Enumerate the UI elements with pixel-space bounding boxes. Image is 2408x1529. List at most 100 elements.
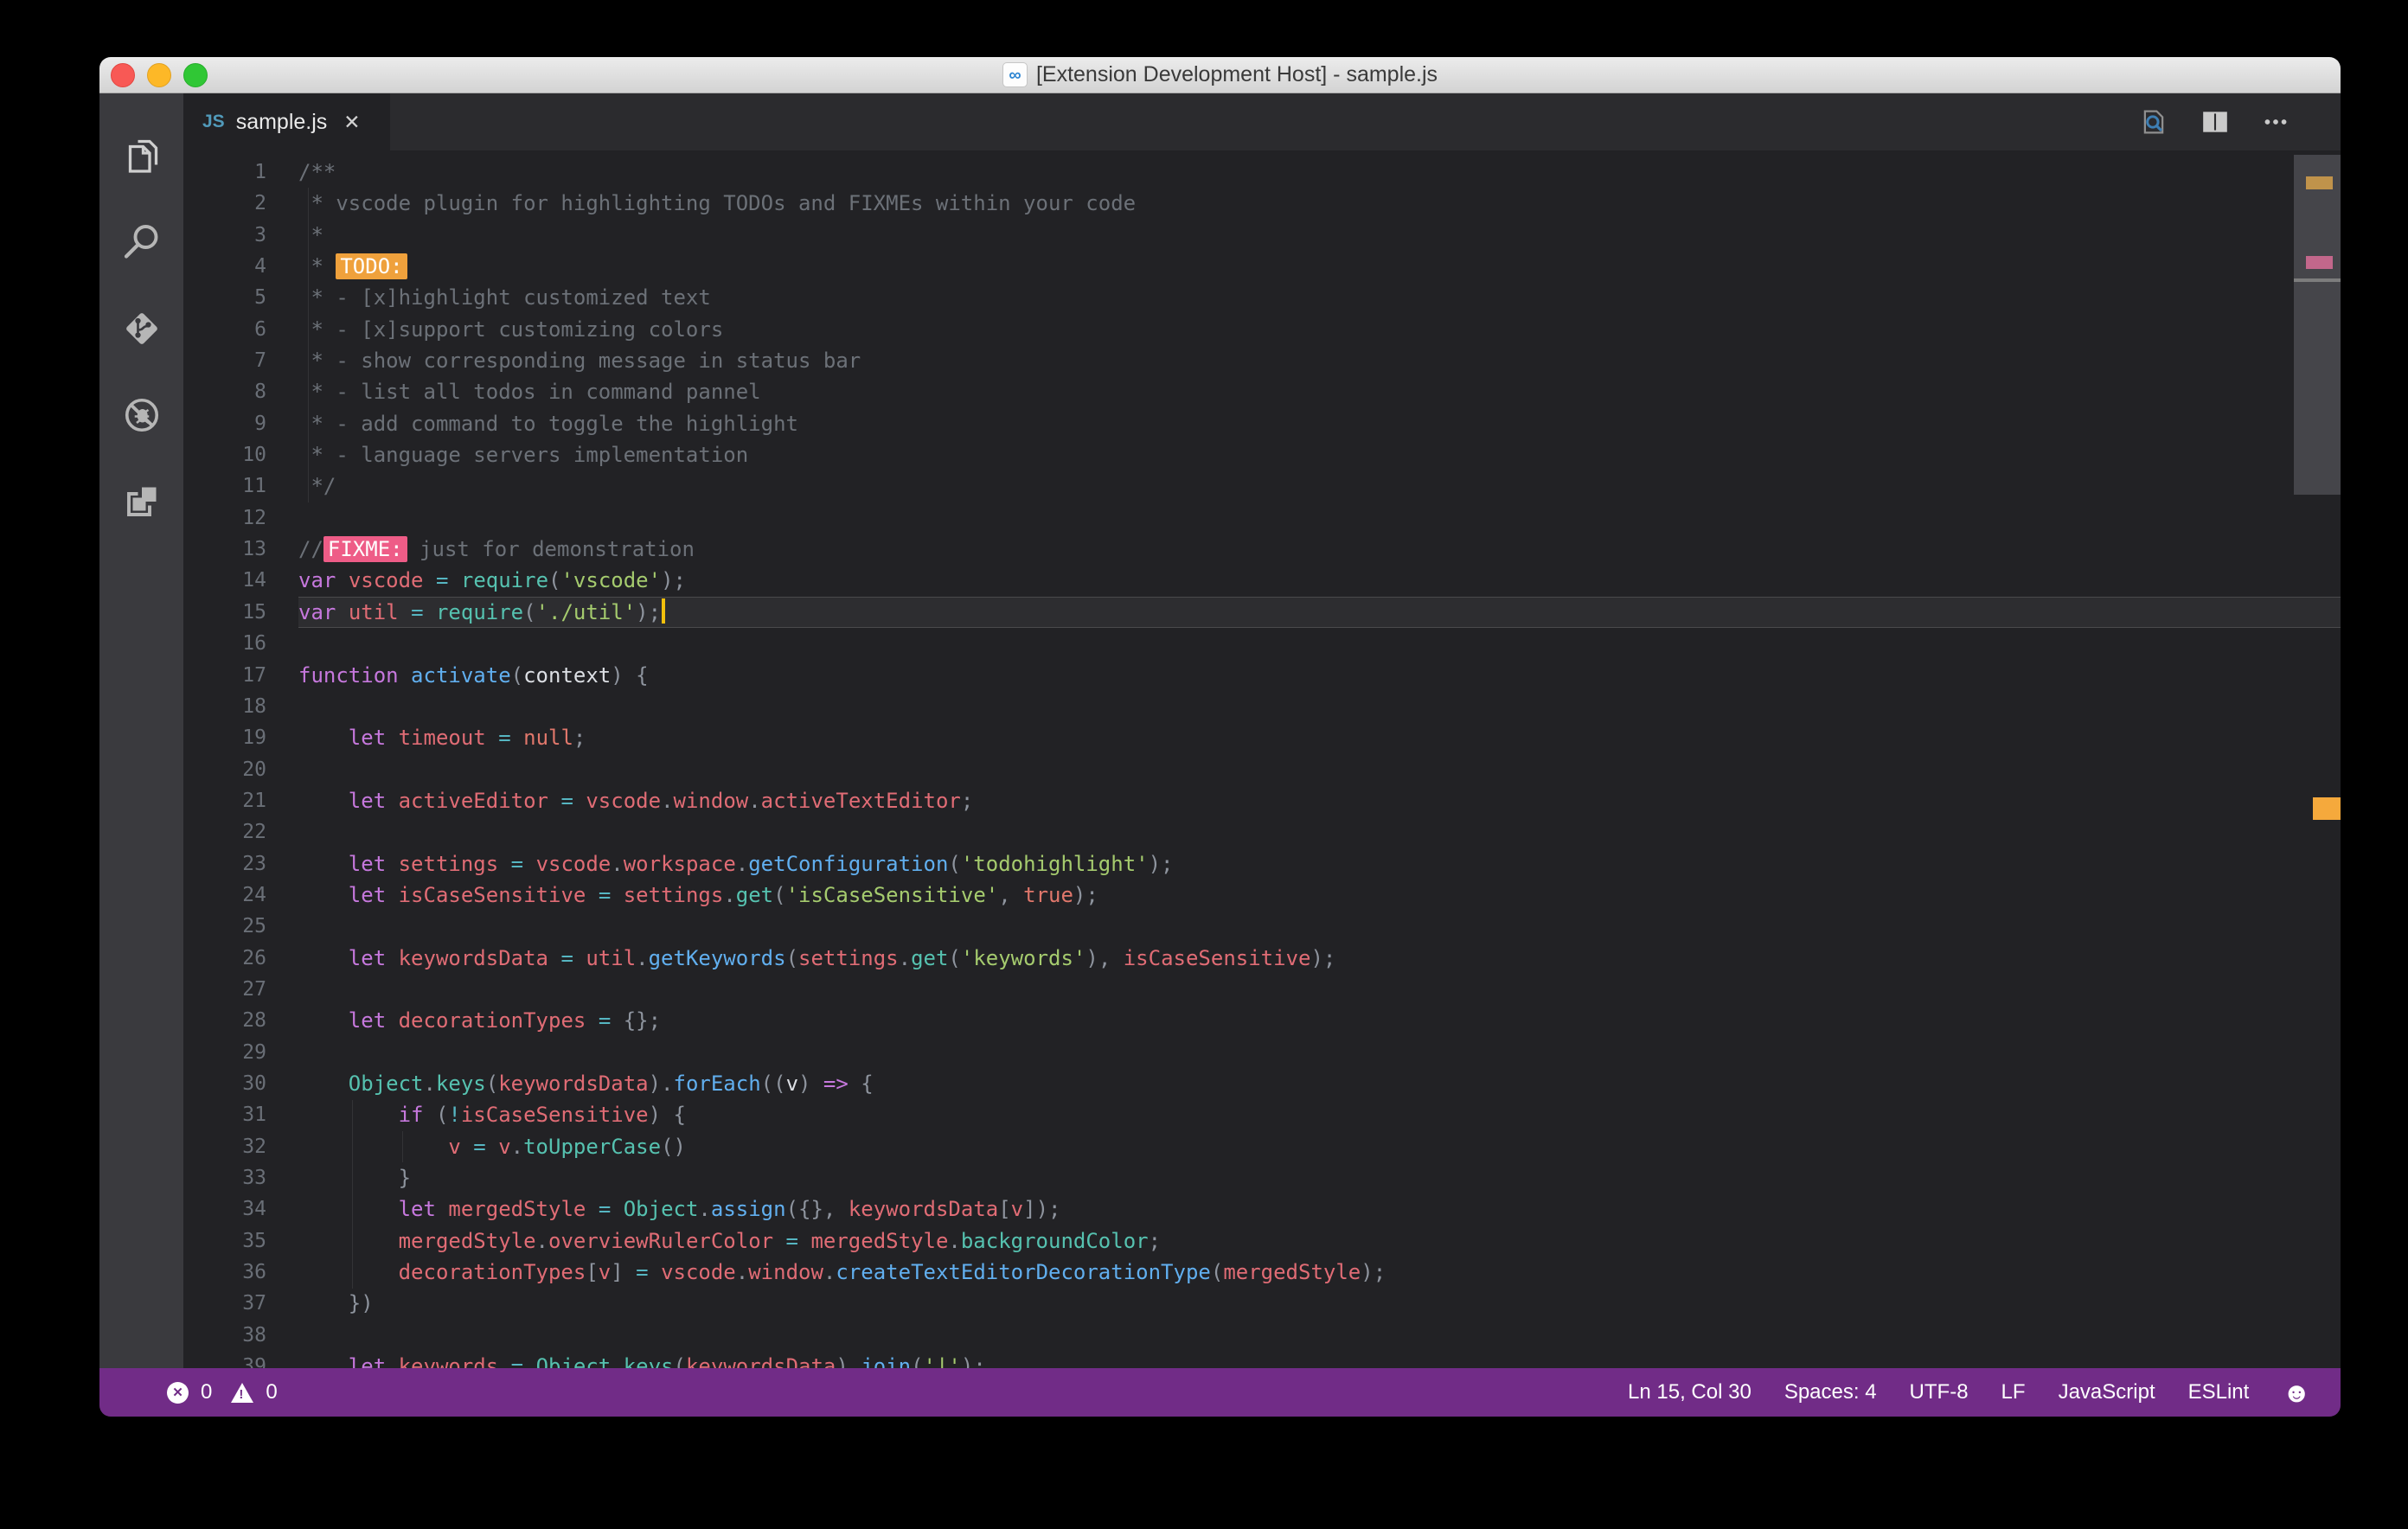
sidebar-item-explorer[interactable]	[99, 112, 183, 199]
warnings-icon: !	[231, 1382, 254, 1403]
viewport-line	[2294, 278, 2341, 282]
encoding-status[interactable]: UTF-8	[1910, 1380, 1969, 1404]
code-text: *	[298, 222, 323, 247]
code-line[interactable]: 25	[183, 911, 2341, 942]
code-text: var vscode = require('vscode');	[298, 568, 686, 593]
code-line[interactable]: 32 v = v.toUpperCase()	[183, 1131, 2341, 1162]
code-line[interactable]: 6 * - [x]support customizing colors	[183, 314, 2341, 345]
code-text: */	[298, 474, 336, 499]
language-mode-status[interactable]: JavaScript	[2059, 1380, 2155, 1404]
code-text: v = v.toUpperCase()	[448, 1134, 686, 1159]
cursor-position-status[interactable]: Ln 15, Col 30	[1628, 1380, 1752, 1404]
code-line[interactable]: 37 })	[183, 1288, 2341, 1319]
code-line[interactable]: 23 let settings = vscode.workspace.getCo…	[183, 848, 2341, 880]
debug-disabled-icon	[121, 394, 163, 436]
overview-ruler	[2294, 150, 2341, 1368]
code-line[interactable]: 20	[183, 754, 2341, 785]
sidebar-item-search[interactable]	[99, 199, 183, 285]
code-line[interactable]: 17 function activate(context) {	[183, 660, 2341, 691]
more-actions-icon[interactable]	[2261, 107, 2290, 137]
code-line[interactable]: 16	[183, 628, 2341, 659]
code-line[interactable]: 39 let keywords = Object.keys(keywordsDa…	[183, 1351, 2341, 1368]
line-number: 10	[242, 444, 266, 467]
code-line[interactable]: 9 * - add command to toggle the highligh…	[183, 408, 2341, 439]
code-text: let isCaseSensitive = settings.get('isCa…	[348, 882, 1098, 907]
sidebar-item-extensions[interactable]	[99, 458, 183, 545]
tab-sample-js[interactable]: JS sample.js ✕	[183, 93, 390, 150]
code-line[interactable]: 14 var vscode = require('vscode');	[183, 565, 2341, 596]
code-text: * - list all todos in command pannel	[298, 380, 761, 405]
eol-status[interactable]: LF	[2001, 1380, 2026, 1404]
code-line[interactable]: 11 */	[183, 470, 2341, 502]
line-number: 17	[242, 663, 266, 687]
line-number: 25	[242, 915, 266, 938]
window-title: [Extension Development Host] - sample.js	[1035, 62, 1438, 86]
close-window-button[interactable]	[111, 62, 135, 87]
line-number: 39	[242, 1355, 266, 1368]
code-line[interactable]: 21 let activeEditor = vscode.window.acti…	[183, 785, 2341, 816]
find-in-file-icon[interactable]	[2138, 106, 2169, 138]
todo-mark-below	[2313, 797, 2341, 820]
search-icon	[121, 221, 163, 263]
code-line[interactable]: 36 decorationTypes[v] = vscode.window.cr…	[183, 1257, 2341, 1288]
extensions-icon	[121, 481, 163, 522]
line-number: 19	[242, 726, 266, 750]
code-line[interactable]: 2 * vscode plugin for highlighting TODOs…	[183, 188, 2341, 219]
code-line[interactable]: 28 let decorationTypes = {};	[183, 1005, 2341, 1036]
minimize-window-button[interactable]	[147, 62, 171, 87]
code-line[interactable]: 13 //FIXME: just for demonstration	[183, 534, 2341, 565]
git-branch-icon	[121, 308, 163, 349]
code-text: function activate(context) {	[298, 662, 649, 688]
problems-status[interactable]: ✕ 0 ! 0	[167, 1380, 278, 1404]
code-line[interactable]: 30 Object.keys(keywordsData).forEach((v)…	[183, 1068, 2341, 1099]
code-line[interactable]: 29	[183, 1037, 2341, 1068]
eslint-status[interactable]: ESLint	[2188, 1380, 2250, 1404]
vscode-logo-icon: ∞	[1002, 62, 1028, 87]
line-number: 31	[242, 1104, 266, 1127]
code-text: mergedStyle.overviewRulerColor = mergedS…	[398, 1228, 1162, 1253]
code-line[interactable]: 35 mergedStyle.overviewRulerColor = merg…	[183, 1225, 2341, 1257]
code-line[interactable]: 15 var util = require('./util');	[183, 596, 2341, 629]
sidebar-item-source-control[interactable]	[99, 285, 183, 372]
code-line[interactable]: 22	[183, 816, 2341, 848]
code-line[interactable]: 10 * - language servers implementation	[183, 439, 2341, 470]
line-number: 24	[242, 883, 266, 906]
indentation-status[interactable]: Spaces: 4	[1784, 1380, 1877, 1404]
zoom-window-button[interactable]	[183, 62, 208, 87]
warnings-count: 0	[266, 1380, 278, 1404]
code-line[interactable]: 26 let keywordsData = util.getKeywords(s…	[183, 943, 2341, 974]
code-line[interactable]: 7 * - show corresponding message in stat…	[183, 345, 2341, 376]
code-line[interactable]: 18	[183, 691, 2341, 722]
code-text: * - show corresponding message in status…	[298, 349, 861, 374]
code-text: let settings = vscode.workspace.getConfi…	[348, 851, 1174, 876]
code-line[interactable]: 4 * TODO:	[183, 251, 2341, 282]
close-tab-icon[interactable]: ✕	[343, 111, 360, 134]
code-line[interactable]: 24 let isCaseSensitive = settings.get('i…	[183, 880, 2341, 911]
sidebar-item-debug[interactable]	[99, 372, 183, 458]
code-line[interactable]: 38	[183, 1320, 2341, 1351]
code-line[interactable]: 8 * - list all todos in command pannel	[183, 376, 2341, 407]
line-number: 15	[242, 600, 266, 624]
code-editor[interactable]: 1 /** 2 * vscode plugin for highlighting T…	[183, 150, 2341, 1368]
code-line[interactable]: 19 let timeout = null;	[183, 722, 2341, 753]
code-line[interactable]: 1 /**	[183, 157, 2341, 188]
line-number: 32	[242, 1135, 266, 1158]
line-number: 29	[242, 1040, 266, 1064]
activity-bar	[99, 93, 183, 1368]
code-line[interactable]: 12	[183, 502, 2341, 534]
code-line[interactable]: 27	[183, 974, 2341, 1005]
titlebar: ∞ [Extension Development Host] - sample.…	[99, 57, 2341, 93]
fixme-mark	[2306, 256, 2333, 269]
line-number: 38	[242, 1323, 266, 1347]
code-line[interactable]: 3 *	[183, 220, 2341, 251]
code-line[interactable]: 31 if (!isCaseSensitive) {	[183, 1099, 2341, 1130]
split-editor-icon[interactable]	[2200, 107, 2230, 137]
line-number: 9	[254, 412, 266, 435]
code-line[interactable]: 33 }	[183, 1162, 2341, 1193]
scrollbar-thumb[interactable]	[2294, 155, 2341, 495]
code-text: let decorationTypes = {};	[348, 1008, 662, 1033]
code-text: var util = require('./util');	[298, 597, 666, 628]
code-line[interactable]: 5 * - [x]highlight customized text	[183, 282, 2341, 313]
code-line[interactable]: 34 let mergedStyle = Object.assign({}, k…	[183, 1193, 2341, 1225]
feedback-smiley-icon[interactable]: ☻	[2282, 1379, 2311, 1406]
